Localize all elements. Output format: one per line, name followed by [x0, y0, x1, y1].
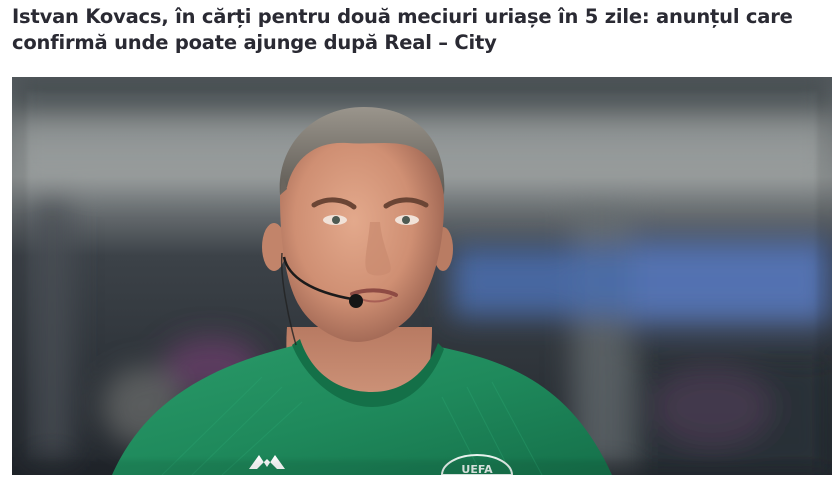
article-photo[interactable]: UEFA: [12, 77, 832, 475]
article-headline[interactable]: Istvan Kovacs, în cărți pentru două meci…: [12, 4, 827, 56]
article: Istvan Kovacs, în cărți pentru două meci…: [0, 0, 839, 485]
